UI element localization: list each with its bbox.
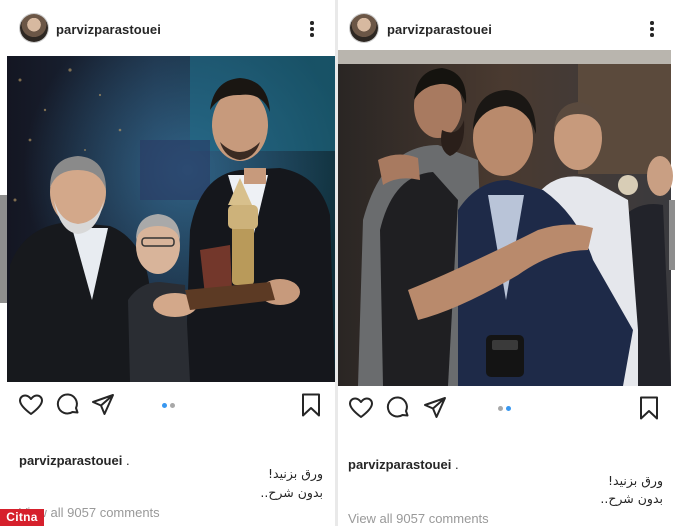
instagram-post-left: parvizparastouei parvizparastouei . ورق … xyxy=(0,0,335,526)
username[interactable]: parvizparastouei xyxy=(56,22,161,37)
post-photo-award-ceremony xyxy=(7,56,335,382)
caption-line-2: بدون شرح.. xyxy=(600,491,663,506)
post-header: parvizparastouei xyxy=(338,6,675,50)
carousel-indicator xyxy=(498,406,512,412)
caption-line-1: ورق بزنید! xyxy=(608,473,663,488)
comment-icon[interactable] xyxy=(55,392,81,418)
instagram-post-right: parvizparastouei parvizparastouei . ورق … xyxy=(338,0,675,526)
post-header: parvizparastouei xyxy=(0,6,335,50)
share-icon[interactable] xyxy=(422,395,448,421)
post-photo-hug xyxy=(338,50,673,386)
scroll-tab xyxy=(0,195,7,303)
avatar[interactable] xyxy=(350,14,378,42)
share-icon[interactable] xyxy=(90,392,116,418)
heart-icon[interactable] xyxy=(18,392,44,418)
more-options-icon[interactable] xyxy=(646,18,658,40)
username[interactable]: parvizparastouei xyxy=(387,22,492,37)
carousel-indicator xyxy=(162,403,176,409)
avatar[interactable] xyxy=(20,14,48,42)
caption-username[interactable]: parvizparastouei . xyxy=(19,453,130,468)
bookmark-icon[interactable] xyxy=(636,395,662,421)
action-bar xyxy=(338,393,675,425)
heart-icon[interactable] xyxy=(348,395,374,421)
caption-line-2: بدون شرح.. xyxy=(260,485,323,500)
more-options-icon[interactable] xyxy=(306,18,318,40)
caption-line-1: ورق بزنید! xyxy=(268,466,323,481)
bookmark-icon[interactable] xyxy=(298,392,324,418)
view-all-comments-link[interactable]: View all 9057 comments xyxy=(348,511,489,526)
citna-watermark: Citna xyxy=(0,509,44,526)
comment-icon[interactable] xyxy=(385,395,411,421)
caption-username[interactable]: parvizparastouei . xyxy=(348,457,459,472)
scroll-tab xyxy=(669,200,675,270)
action-bar xyxy=(0,390,335,422)
